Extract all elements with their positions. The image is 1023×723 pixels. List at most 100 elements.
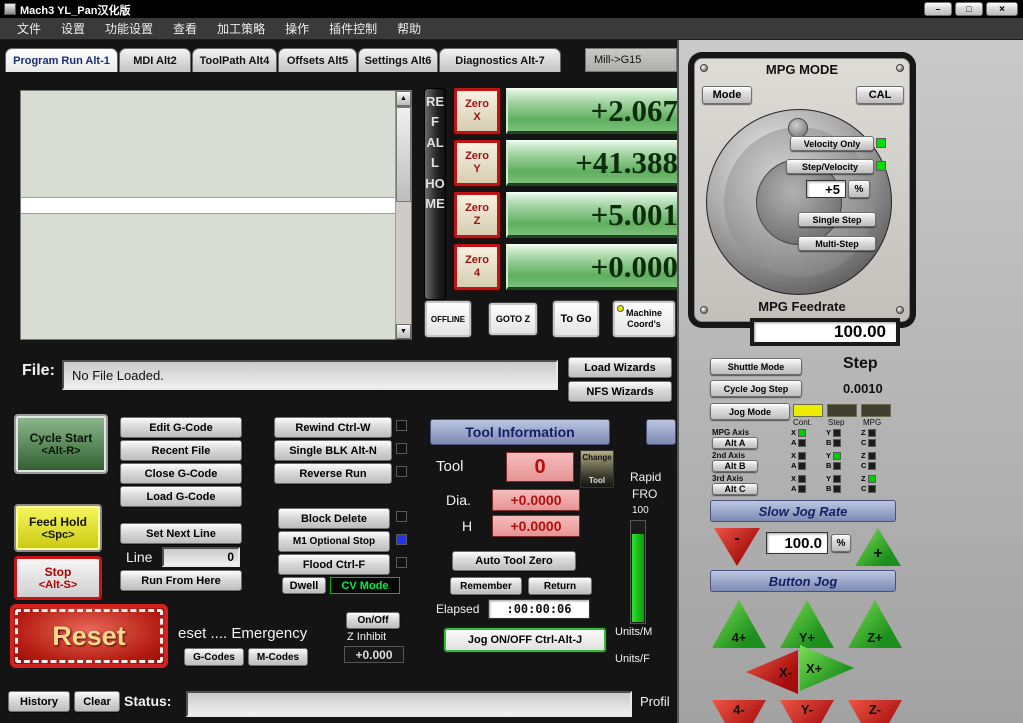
dro-4[interactable]: +0.000 [506, 244, 680, 290]
tab-mdi[interactable]: MDI Alt2 [119, 48, 191, 72]
dia-display[interactable]: +0.0000 [492, 489, 580, 511]
set-next-line-button[interactable]: Set Next Line [120, 523, 242, 544]
menu-operator[interactable]: 操作 [276, 20, 318, 37]
gcode-scrollbar[interactable]: ▲ ▼ [395, 91, 411, 339]
close-button[interactable]: × [986, 2, 1018, 16]
menu-file[interactable]: 文件 [8, 20, 50, 37]
zero-x-button[interactable]: Zero X [454, 88, 500, 134]
dro-x[interactable]: +2.067 [506, 88, 680, 134]
reverse-run-button[interactable]: Reverse Run [274, 463, 392, 484]
to-go-button[interactable]: To Go [552, 300, 600, 338]
run-from-here-button[interactable]: Run From Here [120, 570, 242, 591]
cycle-jog-step-value: 0.0010 [843, 381, 883, 396]
mpg-dial-dimple[interactable] [788, 118, 808, 138]
dwell-button[interactable]: Dwell [282, 577, 326, 594]
dro-z[interactable]: +5.001 [506, 192, 680, 238]
mode-button[interactable]: Mode [702, 86, 752, 104]
percent-button[interactable]: % [848, 180, 870, 198]
load-gcode-button[interactable]: Load G-Code [120, 486, 242, 507]
remember-button[interactable]: Remember [450, 577, 522, 595]
zero-y-button[interactable]: Zero Y [454, 140, 500, 186]
minimize-button[interactable]: – [924, 2, 952, 16]
menu-settings[interactable]: 设置 [52, 20, 94, 37]
menu-function-config[interactable]: 功能设置 [96, 20, 162, 37]
reset-label: Reset [52, 620, 126, 651]
offline-button[interactable]: OFFLINE [424, 300, 472, 338]
fro-label: FRO [632, 487, 658, 501]
jog-mode-button[interactable]: Jog Mode [710, 403, 790, 420]
shuttle-mode-button[interactable]: Shuttle Mode [710, 358, 802, 375]
m1-optional-stop-button[interactable]: M1 Optional Stop [278, 531, 390, 552]
stop-button[interactable]: Stop <Alt-S> [14, 556, 102, 600]
tab-settings[interactable]: Settings Alt6 [358, 48, 438, 72]
cycle-start-button[interactable]: Cycle Start <Alt-R> [14, 414, 108, 474]
machine-coords-button[interactable]: Machine Coord's [612, 300, 676, 338]
slow-jog-rate-display[interactable]: 100.0 [766, 532, 828, 554]
fro-slider[interactable] [630, 520, 646, 624]
step-percent-display[interactable]: +5 [806, 180, 846, 198]
step-velocity-button[interactable]: Step/Velocity [786, 159, 874, 174]
single-blk-button[interactable]: Single BLK Alt-N [274, 440, 392, 461]
alt-b-button[interactable]: Alt B [712, 460, 758, 472]
block-delete-led [396, 511, 407, 522]
alt-c-button[interactable]: Alt C [712, 483, 758, 495]
jog-onoff-button[interactable]: Jog ON/OFF Ctrl-Alt-J [444, 628, 606, 652]
tab-program-run[interactable]: Program Run Alt-1 [5, 48, 118, 72]
multi-step-button[interactable]: Multi-Step [798, 236, 876, 251]
reset-button[interactable]: Reset [10, 604, 168, 668]
zero-z-button[interactable]: Zero Z [454, 192, 500, 238]
clear-button[interactable]: Clear [74, 691, 120, 712]
line-number-input[interactable] [162, 547, 240, 567]
alt-a-button[interactable]: Alt A [712, 437, 758, 449]
single-step-button[interactable]: Single Step [798, 212, 876, 227]
tab-diagnostics[interactable]: Diagnostics Alt-7 [439, 48, 561, 72]
menu-help[interactable]: 帮助 [388, 20, 430, 37]
change-tool-button[interactable]: Change Tool [580, 450, 614, 488]
h-display[interactable]: +0.0000 [492, 515, 580, 537]
gcode-display[interactable]: ▲ ▼ [20, 90, 412, 340]
rewind-button[interactable]: Rewind Ctrl-W [274, 417, 392, 438]
velocity-only-led [876, 138, 886, 148]
zero-4-button[interactable]: Zero 4 [454, 244, 500, 290]
status-label: Status: [124, 693, 172, 709]
goto-z-button[interactable]: GOTO Z [488, 302, 538, 336]
flood-button[interactable]: Flood Ctrl-F [278, 554, 390, 575]
feed-hold-button[interactable]: Feed Hold <Spc> [14, 504, 102, 552]
axis-c-led [868, 484, 877, 493]
edit-gcode-button[interactable]: Edit G-Code [120, 417, 242, 438]
load-wizards-button[interactable]: Load Wizards [568, 357, 672, 378]
dro-y[interactable]: +41.388 [506, 140, 680, 186]
scrollbar-thumb[interactable] [396, 107, 411, 202]
mpg-feedrate-value: 100.00 [834, 322, 886, 341]
ref-all-home-button[interactable]: REF ALL HOME [424, 88, 446, 300]
tool-number-display[interactable]: 0 [506, 452, 574, 482]
scroll-up-icon[interactable]: ▲ [396, 91, 411, 106]
menu-plugin-control[interactable]: 插件控制 [320, 20, 386, 37]
jog-x-minus-label: X- [779, 664, 792, 680]
axis-c-label: C [861, 484, 867, 493]
auto-tool-zero-button[interactable]: Auto Tool Zero [452, 551, 576, 571]
tab-offsets[interactable]: Offsets Alt5 [278, 48, 357, 72]
gcodes-button[interactable]: G-Codes [184, 648, 244, 666]
slow-jog-percent-button[interactable]: % [831, 534, 851, 552]
maximize-button[interactable]: □ [955, 2, 983, 16]
velocity-only-button[interactable]: Velocity Only [790, 136, 874, 151]
profile-label: Profil [640, 694, 670, 709]
on-off-button[interactable]: On/Off [346, 612, 400, 629]
rapid-label: Rapid [630, 470, 662, 484]
menu-wizards[interactable]: 加工策略 [208, 20, 274, 37]
scroll-down-icon[interactable]: ▼ [396, 324, 411, 339]
return-button[interactable]: Return [528, 577, 592, 595]
mcodes-button[interactable]: M-Codes [248, 648, 308, 666]
tab-toolpath[interactable]: ToolPath Alt4 [192, 48, 277, 72]
block-delete-button[interactable]: Block Delete [278, 508, 390, 529]
menu-view[interactable]: 查看 [164, 20, 206, 37]
recent-file-button[interactable]: Recent File [120, 440, 242, 461]
zero-word: Zero [465, 202, 489, 215]
cal-button[interactable]: CAL [856, 86, 904, 104]
line-label: Line [126, 549, 153, 565]
nfs-wizards-button[interactable]: NFS Wizards [568, 381, 672, 402]
cycle-jog-step-button[interactable]: Cycle Jog Step [710, 380, 802, 397]
history-button[interactable]: History [8, 691, 70, 712]
close-gcode-button[interactable]: Close G-Code [120, 463, 242, 484]
